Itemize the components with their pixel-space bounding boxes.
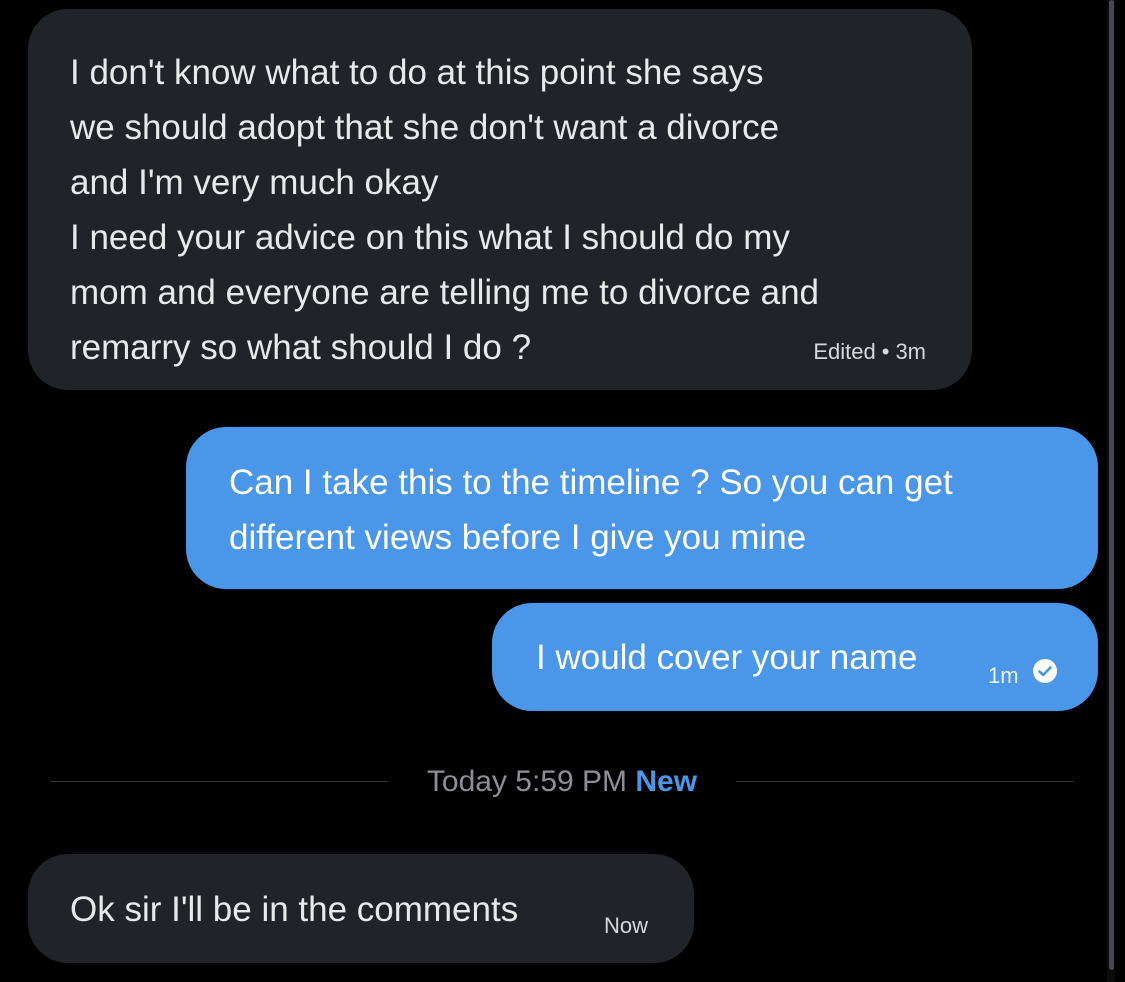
new-messages-divider: Today 5:59 PM New (388, 764, 736, 800)
message-text: Ok sir I'll be in the comments (70, 890, 519, 929)
scrollbar-thumb[interactable] (1109, 0, 1114, 970)
incoming-message-bubble[interactable]: I don't know what to do at this point sh… (28, 9, 972, 390)
new-badge: New (635, 765, 698, 798)
message-timestamp: Now (604, 913, 649, 938)
message-timestamp: 1m (988, 663, 1019, 688)
check-circle-icon (1033, 659, 1057, 683)
divider-line-left (50, 781, 388, 782)
edited-label: Edited (813, 339, 876, 364)
divider-timestamp: Today 5:59 PM (426, 765, 628, 798)
meta-separator: • (881, 339, 890, 364)
outgoing-message-bubble[interactable]: I would cover your name 1m (492, 603, 1098, 711)
message-text: I don't know what to do at this point sh… (70, 53, 820, 367)
message-text: Can I take this to the timeline ? So you… (229, 463, 953, 557)
message-meta: Edited • 3m (813, 339, 926, 365)
outgoing-message-bubble[interactable]: Can I take this to the timeline ? So you… (186, 427, 1098, 589)
message-timestamp: 3m (895, 339, 926, 364)
incoming-message-bubble[interactable]: Ok sir I'll be in the comments Now (28, 854, 694, 963)
divider-line-right (736, 781, 1074, 782)
message-text: I would cover your name (536, 638, 918, 677)
